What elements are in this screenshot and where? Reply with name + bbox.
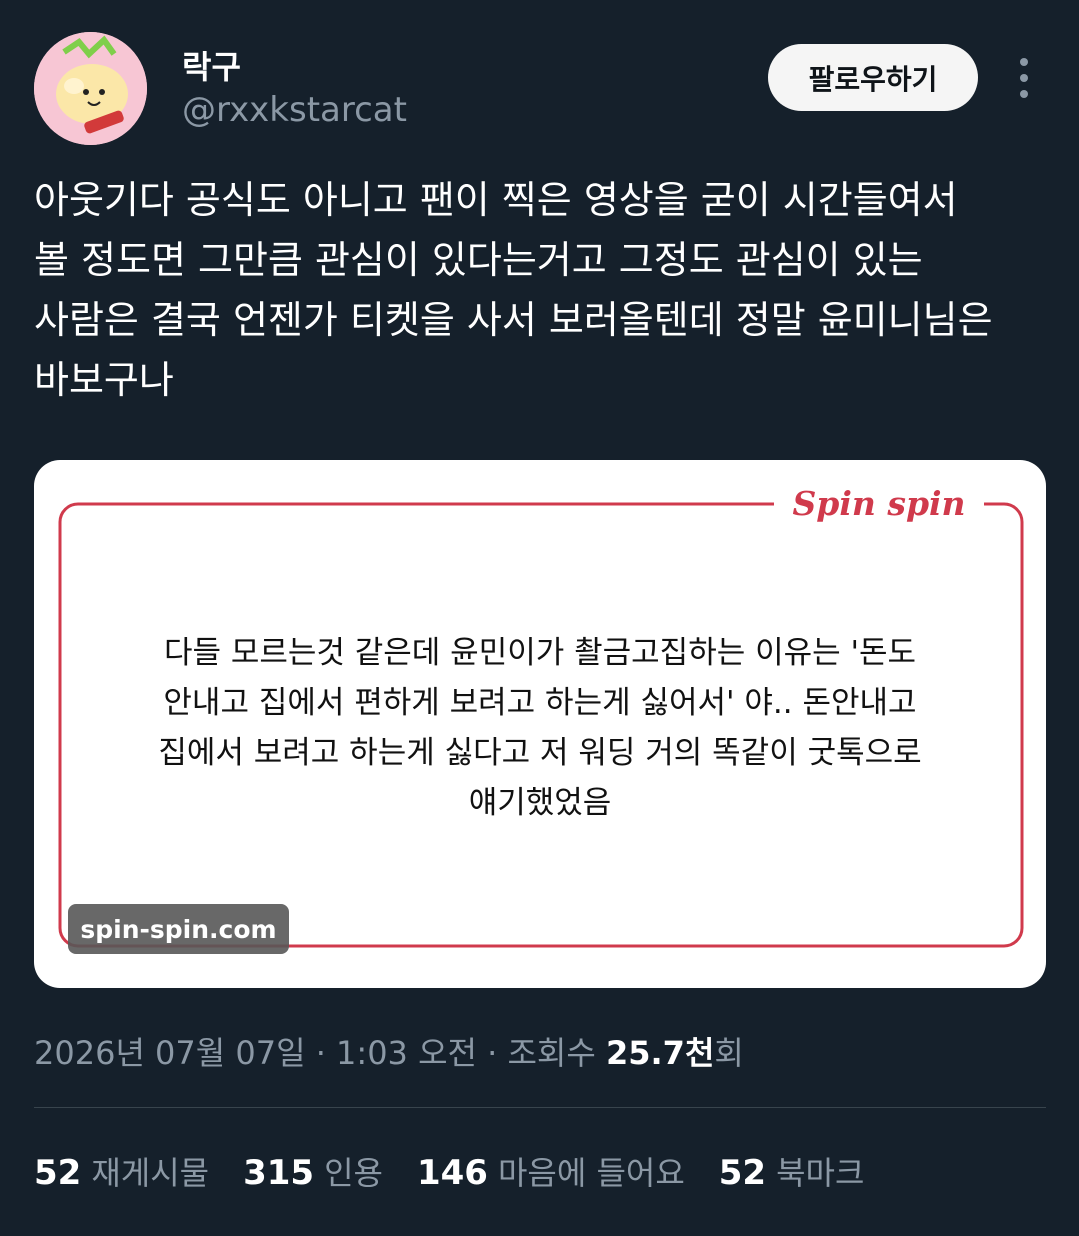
quote-line: 얘기했었음 — [468, 785, 612, 821]
reposts-stat[interactable]: 52 재게시물 — [34, 1148, 209, 1194]
avatar-illustration — [34, 32, 147, 145]
stat-label: 북마크 — [776, 1154, 865, 1192]
post-metadata: 2026년 07월 07일 · 1:03 오전 · 조회수 25.7천회 — [34, 1028, 744, 1074]
bookmarks-stat[interactable]: 52 북마크 — [719, 1148, 865, 1194]
tweet-text-line: 아웃기다 공식도 아니고 팬이 찍은 영상을 굳이 시간들여서 — [34, 178, 958, 222]
tweet-text-line: 바보구나 — [34, 358, 174, 402]
avatar[interactable] — [34, 32, 147, 145]
stat-count: 52 — [718, 1153, 767, 1193]
user-handle[interactable]: @rxxkstarcat — [182, 90, 407, 130]
stat-label: 인용 — [324, 1154, 383, 1192]
stat-count: 146 — [416, 1153, 488, 1193]
tweet-text-line: 볼 정도면 그만큼 관심이 있다는거고 그정도 관심이 있는 — [34, 238, 923, 282]
quote-line: 안내고 집에서 편하게 보려고 하는게 싫어서' 야.. 돈안내고 — [163, 685, 917, 721]
more-vertical-icon[interactable] — [1012, 58, 1036, 98]
watermark-label: spin-spin.com — [68, 904, 289, 954]
quote-line: 다들 모르는것 같은데 윤민이가 촬금고집하는 이유는 '돈도 — [163, 635, 917, 671]
quotes-stat[interactable]: 315 인용 — [243, 1148, 383, 1194]
media-image[interactable]: Spin spin 다들 모르는것 같은데 윤민이가 촬금고집하는 이유는 '돈… — [34, 460, 1046, 988]
stat-count: 315 — [243, 1153, 315, 1193]
stat-label: 재게시물 — [91, 1154, 210, 1192]
divider — [34, 1107, 1046, 1108]
stat-label: 마음에 들어요 — [497, 1154, 685, 1192]
engagement-stats: 52 재게시물 315 인용 146 마음에 들어요 52 북마크 — [34, 1148, 898, 1194]
post-datetime[interactable]: 2026년 07월 07일 · 1:03 오전 · 조회수 — [34, 1034, 606, 1072]
stat-count: 52 — [34, 1153, 82, 1193]
likes-stat[interactable]: 146 마음에 들어요 — [417, 1148, 685, 1194]
follow-button[interactable]: 팔로우하기 — [768, 44, 978, 111]
quoted-post-text: 다들 모르는것 같은데 윤민이가 촬금고집하는 이유는 '돈도 안내고 집에서 … — [114, 628, 966, 828]
tweet-text: 아웃기다 공식도 아니고 팬이 찍은 영상을 굳이 시간들여서 볼 정도면 그만… — [34, 170, 1044, 410]
view-count-suffix: 회 — [714, 1034, 744, 1072]
tweet-text-line: 사람은 결국 언젠가 티켓을 사서 보러올텐데 정말 윤미니님은 — [34, 298, 993, 342]
spin-spin-logo: Spin spin — [774, 480, 984, 526]
display-name[interactable]: 락구 — [182, 42, 241, 88]
view-count: 25.7천 — [605, 1034, 715, 1072]
quote-line: 집에서 보려고 하는게 싫다고 저 워딩 거의 똑같이 굿톡으로 — [158, 735, 922, 771]
